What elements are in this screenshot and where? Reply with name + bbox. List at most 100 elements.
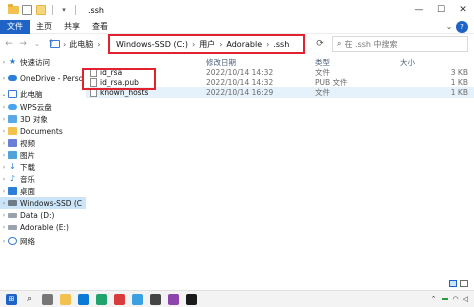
breadcrumb-users[interactable]: 用户 bbox=[199, 39, 215, 50]
sidebar-item-music[interactable]: › ♪ 音乐 bbox=[0, 173, 86, 185]
sidebar-item-label: 下载 bbox=[20, 162, 35, 172]
sidebar-item-label: Documents bbox=[20, 126, 63, 136]
sidebar-item-drive-e[interactable]: › Adorable (E:) bbox=[0, 221, 86, 233]
pc-icon bbox=[50, 40, 60, 48]
crumb-separator: › bbox=[63, 39, 67, 49]
sidebar-item-desktop[interactable]: › 桌面 bbox=[0, 185, 86, 197]
breadcrumb-this-pc[interactable]: 此电脑 bbox=[69, 39, 93, 50]
expand-icon[interactable]: › bbox=[0, 188, 8, 195]
sidebar-item-drive-c[interactable]: › Windows-SSD (C bbox=[0, 197, 86, 209]
breadcrumb-drive[interactable]: Windows-SSD (C:) bbox=[116, 40, 188, 49]
expand-icon[interactable]: › bbox=[0, 238, 8, 245]
expand-icon[interactable]: › bbox=[0, 116, 8, 123]
app-icon[interactable] bbox=[150, 293, 161, 305]
file-type: 文件 bbox=[315, 88, 330, 97]
details-view-icon[interactable] bbox=[449, 280, 457, 287]
sidebar-item-downloads[interactable]: › ↓ 下载 bbox=[0, 161, 86, 173]
expand-icon[interactable]: › bbox=[0, 140, 8, 147]
tab-file[interactable]: 文件 bbox=[0, 19, 30, 34]
expand-icon[interactable]: › bbox=[0, 212, 8, 219]
drive-icon bbox=[8, 224, 17, 230]
refresh-button[interactable]: ⟳ bbox=[313, 36, 327, 52]
sidebar-item-label: OneDrive - Perso bbox=[20, 73, 84, 83]
dropdown-icon[interactable]: ▾ bbox=[59, 5, 69, 15]
expand-icon[interactable]: › bbox=[0, 75, 8, 82]
sidebar-item-this-pc[interactable]: ⌄ 此电脑 bbox=[0, 88, 86, 100]
tab-view[interactable]: 查看 bbox=[86, 20, 114, 34]
address-bar[interactable]: Windows-SSD (C:) › 用户 › Adorable › .ssh bbox=[108, 34, 305, 54]
divider bbox=[52, 5, 53, 15]
app-icon[interactable] bbox=[114, 293, 125, 305]
expand-icon[interactable]: ⌄ bbox=[0, 91, 8, 98]
sidebar-item-label: 快速访问 bbox=[20, 57, 50, 67]
sidebar-item-onedrive[interactable]: › OneDrive - Perso bbox=[0, 72, 86, 84]
breadcrumb-root[interactable]: › 此电脑 › bbox=[50, 36, 104, 52]
expand-icon[interactable]: › bbox=[0, 176, 8, 183]
cloud-icon bbox=[8, 75, 17, 81]
volume-icon[interactable]: ◁ bbox=[463, 295, 468, 303]
app-icon[interactable] bbox=[168, 293, 179, 305]
crumb-separator: › bbox=[97, 39, 101, 49]
minimize-button[interactable]: — bbox=[408, 0, 430, 20]
sidebar-item-label: WPS云盘 bbox=[20, 102, 52, 112]
search-input[interactable] bbox=[344, 39, 455, 49]
address-row: ← → ⌄ ↑ › 此电脑 › Windows-SSD (C:) › 用户 › … bbox=[0, 34, 474, 54]
wifi-icon[interactable]: ◠ bbox=[453, 295, 459, 303]
sidebar-item-drive-d[interactable]: › Data (D:) bbox=[0, 209, 86, 221]
expand-icon[interactable]: › bbox=[0, 104, 8, 111]
expand-ribbon-icon[interactable]: ⌄ bbox=[442, 20, 456, 34]
folder-icon bbox=[6, 4, 20, 16]
window-title: .ssh bbox=[88, 5, 104, 15]
sidebar-item-wps-cloud[interactable]: › WPS云盘 bbox=[0, 101, 86, 113]
cloud-icon bbox=[8, 104, 17, 110]
file-size: 1 KB bbox=[450, 78, 468, 87]
maximize-button[interactable]: ☐ bbox=[430, 0, 452, 20]
search-box[interactable]: ⌕ bbox=[332, 36, 468, 52]
desktop-icon bbox=[8, 187, 17, 195]
expand-icon[interactable]: › bbox=[0, 200, 8, 207]
back-button[interactable]: ← bbox=[2, 36, 16, 52]
sidebar-item-network[interactable]: › 网络 bbox=[0, 235, 86, 247]
close-button[interactable]: ✕ bbox=[452, 0, 474, 20]
status-bar bbox=[0, 280, 474, 290]
task-view-icon[interactable] bbox=[42, 293, 53, 305]
file-date: 2022/10/14 14:32 bbox=[206, 78, 274, 87]
tab-share[interactable]: 共享 bbox=[58, 20, 86, 34]
tab-home[interactable]: 主页 bbox=[30, 20, 58, 34]
breadcrumb-user[interactable]: Adorable bbox=[226, 40, 262, 49]
file-explorer-icon[interactable] bbox=[60, 293, 71, 305]
battery-icon[interactable] bbox=[441, 298, 448, 300]
system-tray: ⌃ ◠ ◁ bbox=[431, 295, 474, 303]
sidebar-item-pictures[interactable]: › 图片 bbox=[0, 149, 86, 161]
title-bar: ▾ .ssh — ☐ ✕ bbox=[0, 0, 474, 20]
sidebar-item-quick-access[interactable]: › ★ 快速访问 bbox=[0, 56, 86, 68]
sidebar-item-label: Adorable (E:) bbox=[20, 222, 69, 232]
expand-icon[interactable]: › bbox=[0, 152, 8, 159]
sidebar-item-label: 网络 bbox=[20, 236, 35, 246]
new-folder-icon[interactable] bbox=[36, 5, 46, 15]
breadcrumb-ssh[interactable]: .ssh bbox=[273, 40, 289, 49]
app-icon[interactable] bbox=[96, 293, 107, 305]
star-icon: ★ bbox=[8, 57, 17, 66]
edge-icon[interactable] bbox=[78, 293, 89, 305]
large-icons-view-icon[interactable] bbox=[460, 280, 468, 287]
chevron-up-icon[interactable]: ⌃ bbox=[431, 295, 437, 303]
terminal-icon[interactable] bbox=[186, 293, 197, 305]
app-icon[interactable] bbox=[132, 293, 143, 305]
start-icon[interactable]: ⊞ bbox=[6, 293, 17, 305]
sidebar-item-videos[interactable]: › 视频 bbox=[0, 137, 86, 149]
recent-locations-button[interactable]: ⌄ bbox=[30, 36, 44, 52]
forward-button[interactable]: → bbox=[16, 36, 30, 52]
expand-icon[interactable]: › bbox=[0, 128, 8, 135]
search-icon[interactable]: ⌕ bbox=[24, 294, 35, 305]
sidebar-item-documents[interactable]: › Documents bbox=[0, 125, 86, 137]
video-icon bbox=[8, 139, 17, 147]
help-icon[interactable]: ? bbox=[456, 20, 468, 33]
expand-icon[interactable]: › bbox=[0, 224, 8, 231]
drive-icon bbox=[8, 212, 17, 218]
sidebar-item-3d-objects[interactable]: › 3D 对象 bbox=[0, 113, 86, 125]
ribbon: 文件 主页 共享 查看 ⌄ ? bbox=[0, 19, 474, 34]
expand-icon[interactable]: › bbox=[0, 59, 8, 66]
expand-icon[interactable]: › bbox=[0, 164, 8, 171]
properties-icon[interactable] bbox=[22, 5, 32, 15]
